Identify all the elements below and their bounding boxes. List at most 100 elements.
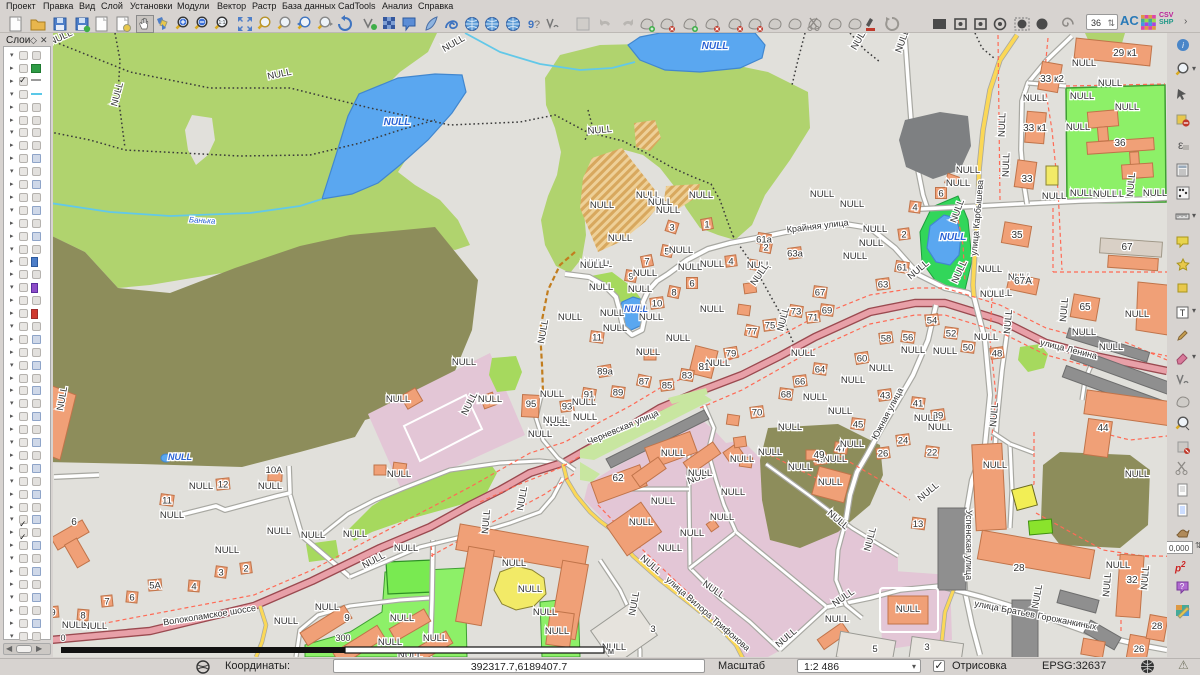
svg-text:64: 64 xyxy=(815,365,826,376)
svg-text:8: 8 xyxy=(671,288,676,299)
svg-text:26: 26 xyxy=(878,449,889,460)
svg-text:83: 83 xyxy=(682,371,693,382)
svg-text:NULL: NULL xyxy=(629,517,653,528)
svg-text:NULL: NULL xyxy=(983,460,1007,471)
svg-text:NULL: NULL xyxy=(573,412,597,423)
svg-text:62: 62 xyxy=(612,473,624,484)
svg-text:26: 26 xyxy=(1134,644,1145,655)
svg-text:NULL: NULL xyxy=(863,224,887,235)
svg-text:NULL: NULL xyxy=(825,614,849,625)
svg-text:NULL: NULL xyxy=(1070,188,1094,199)
svg-text:NULL: NULL xyxy=(587,124,612,137)
svg-text:70: 70 xyxy=(752,408,763,419)
svg-text:6: 6 xyxy=(689,279,694,290)
svg-text:7: 7 xyxy=(104,597,109,608)
svg-text:2: 2 xyxy=(901,230,906,241)
svg-text:63: 63 xyxy=(878,280,889,291)
svg-text:NULL: NULL xyxy=(590,200,614,211)
svg-text:0: 0 xyxy=(60,633,65,643)
svg-text:NULL: NULL xyxy=(648,197,672,208)
svg-text:3: 3 xyxy=(650,624,655,635)
svg-text:NULL: NULL xyxy=(661,448,685,459)
svg-text:NULL: NULL xyxy=(1099,342,1123,353)
svg-text:NULL: NULL xyxy=(1093,189,1117,200)
svg-text:NULL: NULL xyxy=(928,422,952,433)
svg-text:NULL: NULL xyxy=(1125,309,1149,320)
svg-text:36: 36 xyxy=(1114,138,1126,149)
svg-text:NULL: NULL xyxy=(423,633,447,644)
svg-text:69: 69 xyxy=(822,306,833,317)
svg-text:NULL: NULL xyxy=(378,637,402,648)
svg-text:32: 32 xyxy=(1126,575,1138,586)
svg-text:65: 65 xyxy=(1079,302,1091,313)
svg-text:NULL: NULL xyxy=(215,545,239,556)
svg-text:77: 77 xyxy=(747,327,758,338)
svg-text:NULL: NULL xyxy=(1070,91,1094,102)
svg-text:NULL: NULL xyxy=(810,189,834,200)
svg-text:67А: 67А xyxy=(1014,276,1032,287)
svg-text:45: 45 xyxy=(853,420,864,431)
svg-text:NULL: NULL xyxy=(901,345,925,356)
svg-text:NULL: NULL xyxy=(680,528,704,539)
svg-text:NULL: NULL xyxy=(840,439,864,450)
svg-text:i: i xyxy=(1182,41,1184,50)
svg-text:44: 44 xyxy=(1097,423,1109,434)
svg-text:66: 66 xyxy=(795,377,806,388)
svg-text:300: 300 xyxy=(335,633,350,643)
svg-text:95: 95 xyxy=(526,399,537,410)
svg-text:48: 48 xyxy=(992,349,1003,360)
svg-text:NULL: NULL xyxy=(823,454,847,465)
svg-text:Банька: Банька xyxy=(189,215,216,225)
svg-text:T: T xyxy=(1180,308,1186,318)
svg-text:10А: 10А xyxy=(266,465,284,476)
svg-text:10: 10 xyxy=(652,299,663,310)
svg-text:28: 28 xyxy=(1152,621,1163,632)
svg-text:4: 4 xyxy=(912,203,917,214)
svg-text:NULL: NULL xyxy=(721,487,745,498)
svg-text:41: 41 xyxy=(913,399,924,410)
svg-text:67: 67 xyxy=(1121,242,1133,253)
svg-text:NULL: NULL xyxy=(1125,172,1138,197)
svg-text:NULL: NULL xyxy=(603,323,627,334)
svg-text:NULL: NULL xyxy=(933,346,957,357)
svg-text:NULL: NULL xyxy=(678,262,702,273)
svg-text:NULL: NULL xyxy=(62,620,86,631)
svg-text:75: 75 xyxy=(765,321,776,332)
svg-text:NULL: NULL xyxy=(160,510,184,521)
svg-text:NULL: NULL xyxy=(940,232,967,243)
svg-text:NULL: NULL xyxy=(828,406,852,417)
svg-text:33 к2: 33 к2 xyxy=(1040,74,1064,85)
svg-text:NULL: NULL xyxy=(702,41,729,52)
svg-text:NULL: NULL xyxy=(258,481,282,492)
svg-text:?: ? xyxy=(534,19,540,31)
svg-text:NULL: NULL xyxy=(343,529,367,540)
svg-text:NULL: NULL xyxy=(608,233,632,244)
svg-text:NULL: NULL xyxy=(700,259,724,270)
svg-text:NULL: NULL xyxy=(384,117,411,128)
svg-text:5A: 5A xyxy=(149,581,161,592)
svg-text:58: 58 xyxy=(881,334,892,345)
svg-text:85: 85 xyxy=(662,381,673,392)
svg-text:NULL: NULL xyxy=(1072,58,1096,69)
svg-text:NULL: NULL xyxy=(758,447,782,458)
svg-text:NULL: NULL xyxy=(946,178,970,189)
svg-text:NULL: NULL xyxy=(980,289,1004,300)
svg-text:61: 61 xyxy=(897,263,908,274)
svg-text:NULL: NULL xyxy=(978,264,1002,275)
svg-text:49: 49 xyxy=(813,450,825,461)
svg-text:NULL: NULL xyxy=(689,190,713,201)
svg-text:NULL: NULL xyxy=(168,452,192,462)
svg-text:NULL: NULL xyxy=(543,415,567,426)
svg-text:NULL: NULL xyxy=(843,251,867,262)
svg-text:NULL: NULL xyxy=(558,312,582,323)
svg-text:6: 6 xyxy=(71,517,77,528)
svg-text:61а: 61а xyxy=(756,235,773,246)
svg-text:NULL: NULL xyxy=(580,260,604,271)
svg-text:NULL: NULL xyxy=(1143,188,1167,199)
svg-text:71: 71 xyxy=(808,313,819,324)
svg-text:NULL: NULL xyxy=(688,468,712,479)
svg-text:NULL: NULL xyxy=(1098,78,1122,89)
svg-text:NULL: NULL xyxy=(478,394,502,405)
svg-text:33: 33 xyxy=(1021,174,1033,185)
svg-text:NULL: NULL xyxy=(639,312,663,323)
